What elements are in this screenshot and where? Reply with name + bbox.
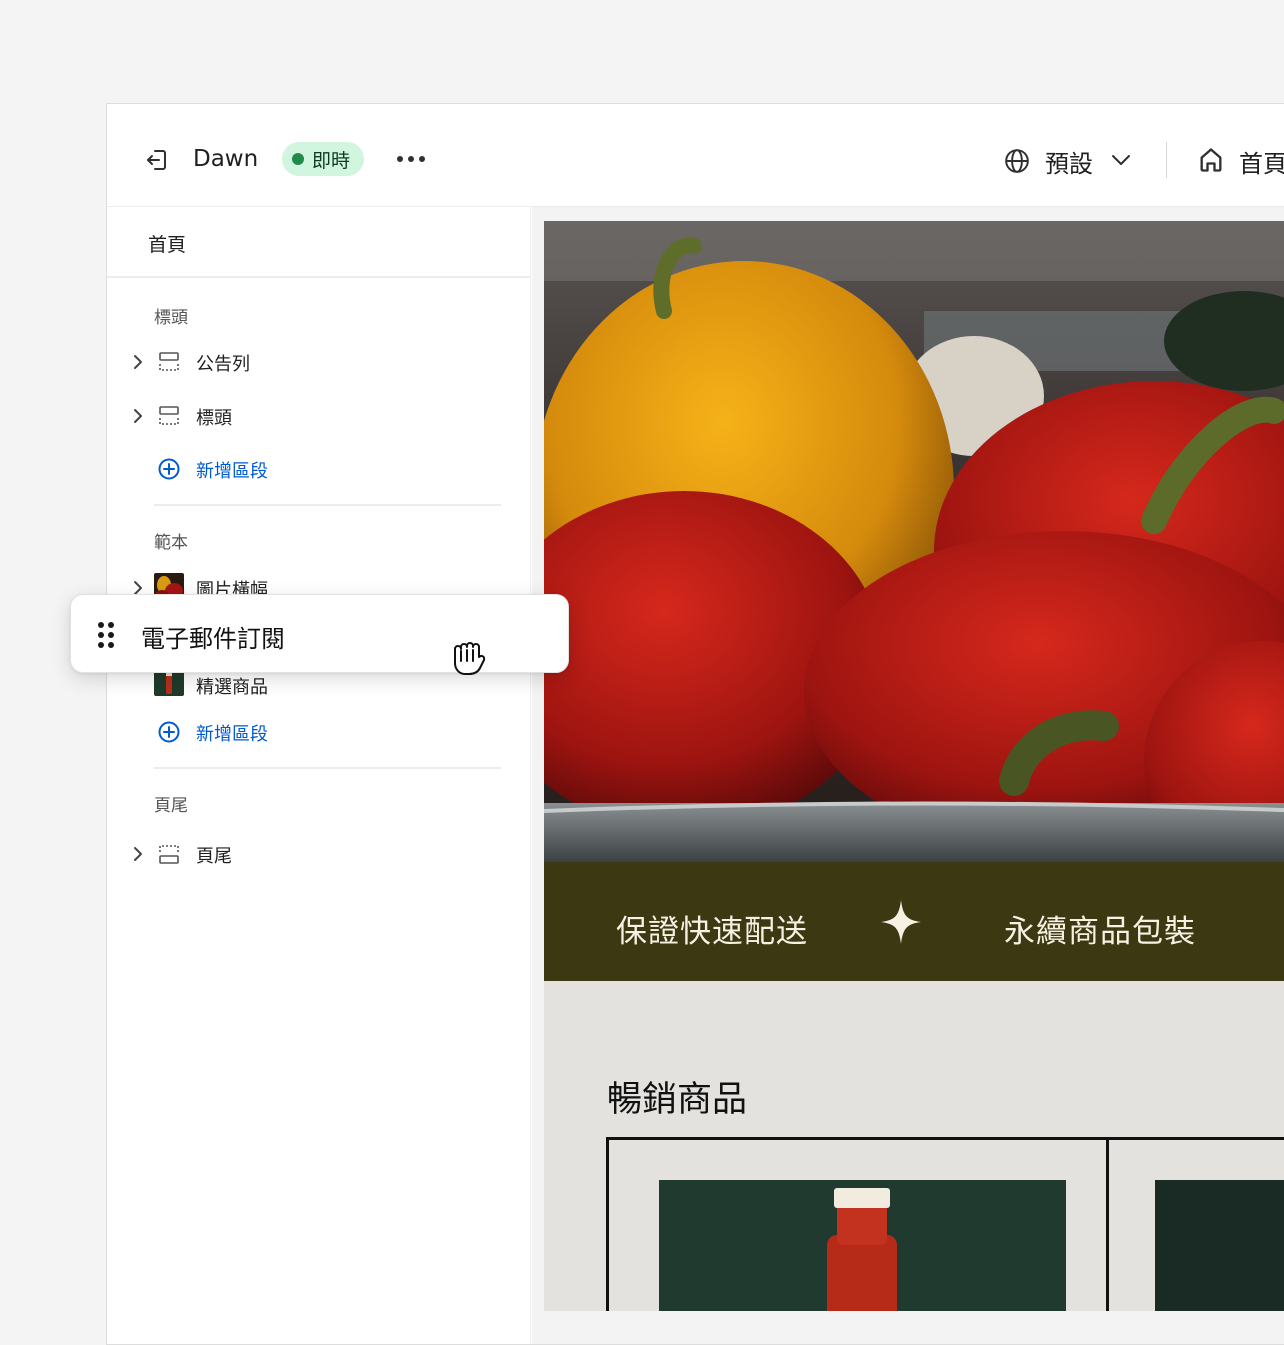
live-dot-icon (292, 153, 304, 165)
sidebar-item-label: 標頭 (196, 408, 232, 429)
more-options-icon[interactable] (395, 154, 427, 164)
product-card[interactable] (606, 1137, 1109, 1311)
sidebar-item-featured-products[interactable]: 精選商品 (131, 670, 491, 700)
plus-circle-icon (158, 458, 180, 480)
product-image[interactable] (1155, 1180, 1284, 1311)
group-title-template: 範本 (154, 533, 188, 553)
marquee-item: 保證快速配送 (616, 914, 808, 950)
add-section-button-header[interactable]: 新增區段 (157, 454, 357, 484)
featured-products-section: 暢銷商品 (544, 981, 1284, 1311)
language-selector-label[interactable]: 預設 (1045, 144, 1093, 179)
drag-handle-icon[interactable] (96, 621, 116, 649)
marquee-item: 永續商品包裝 (1004, 914, 1196, 950)
sidebar-item-header[interactable]: 標頭 (131, 401, 491, 431)
exit-icon[interactable] (145, 148, 169, 172)
sidebar-item-label: 精選商品 (196, 677, 268, 698)
globe-icon[interactable] (1004, 148, 1030, 174)
page-selector-label[interactable]: 首頁 (1239, 144, 1284, 179)
add-section-button-template[interactable]: 新增區段 (157, 717, 357, 747)
product-image[interactable] (659, 1180, 1066, 1311)
sidebar-title: 首頁 (148, 234, 187, 256)
home-icon[interactable] (1197, 146, 1225, 174)
store-name: Dawn (193, 146, 259, 172)
dragged-section-label: 電子郵件訂閱 (141, 625, 285, 653)
sidebar-header: 首頁 (107, 207, 530, 278)
group-title-header: 標頭 (154, 308, 188, 328)
product-card[interactable] (1106, 1137, 1284, 1311)
group-divider (154, 504, 501, 506)
chevron-right-icon[interactable] (131, 354, 145, 370)
announcement-marquee: 保證快速配送 永續商品包裝 (544, 862, 1284, 981)
section-icon (159, 352, 179, 371)
topbar-divider (1166, 142, 1167, 178)
chevron-down-icon[interactable] (1110, 152, 1132, 168)
footer-section-icon (159, 845, 179, 864)
live-status-badge: 即時 (282, 142, 365, 176)
sidebar-item-label: 公告列 (196, 354, 250, 375)
live-status-label: 即時 (312, 149, 351, 172)
hero-image[interactable] (544, 221, 1284, 862)
sparkle-icon (881, 900, 921, 944)
sidebar-item-announcement-bar[interactable]: 公告列 (131, 347, 491, 377)
add-section-label: 新增區段 (196, 724, 268, 745)
sidebar-item-label: 頁尾 (196, 846, 232, 867)
group-title-footer: 頁尾 (154, 796, 188, 816)
group-divider (154, 767, 501, 769)
sections-sidebar: 首頁 標頭 公告列 標頭 新增區段 範本 圖片橫幅 精選商品 新增區段 頁尾 頁… (107, 207, 531, 1344)
grab-cursor-icon (454, 642, 486, 675)
section-icon (159, 406, 179, 425)
featured-products-title: 暢銷商品 (607, 1080, 748, 1120)
plus-circle-icon (158, 721, 180, 743)
chevron-right-icon[interactable] (131, 408, 145, 424)
theme-editor-window: Dawn 即時 預設 首頁 首頁 標頭 公告列 標頭 新增區段 範本 圖片橫幅 … (106, 103, 1284, 1345)
dragged-section-card[interactable]: 電子郵件訂閱 (70, 594, 569, 675)
store-preview: 保證快速配送 永續商品包裝 暢銷商品 (532, 207, 1284, 1344)
featured-products-thumbnail (154, 670, 184, 696)
chevron-right-icon[interactable] (131, 846, 145, 862)
editor-topbar: Dawn 即時 預設 首頁 (107, 104, 1284, 207)
sidebar-item-footer[interactable]: 頁尾 (131, 839, 491, 869)
add-section-label: 新增區段 (196, 461, 268, 482)
